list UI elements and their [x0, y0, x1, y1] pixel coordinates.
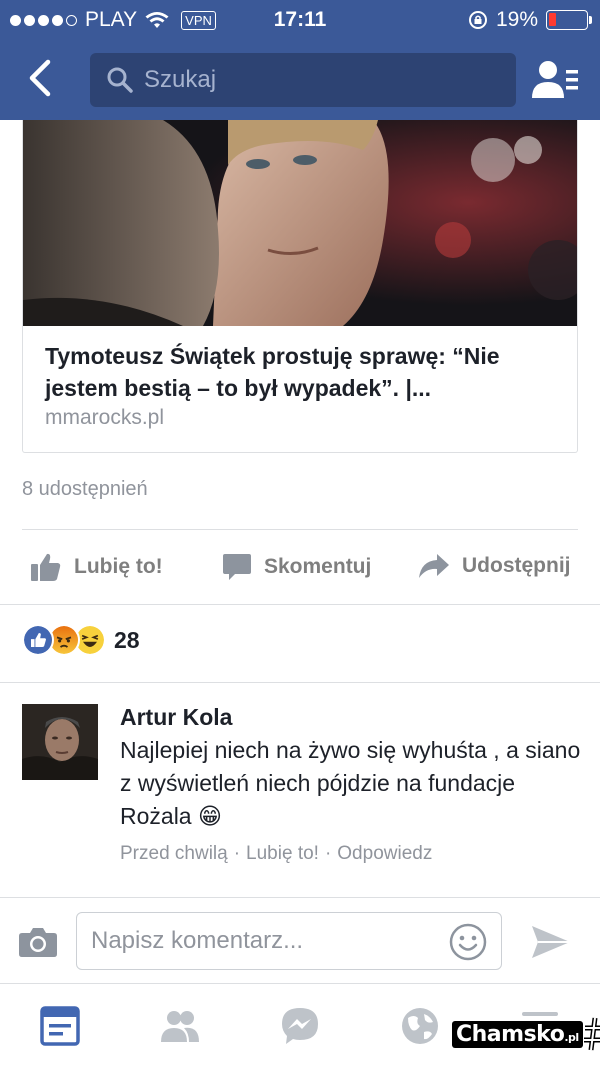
status-right: 19%	[468, 8, 592, 32]
comment-composer: Napisz komentarz...	[0, 897, 600, 983]
battery-percent: 19%	[495, 8, 538, 31]
globe-notifications-icon[interactable]	[400, 1006, 440, 1046]
divider	[0, 682, 600, 683]
reactions-summary[interactable]: 28	[22, 624, 140, 656]
like-label: Lubię to!	[74, 555, 163, 578]
comment-like-link[interactable]: Lubię to!	[246, 843, 319, 864]
link-domain: mmarocks.pl	[45, 406, 165, 429]
comment-input[interactable]: Napisz komentarz...	[76, 912, 502, 970]
share-button[interactable]: Udostępnij	[418, 552, 571, 580]
emoji-icon[interactable]	[449, 923, 487, 961]
reaction-count: 28	[114, 626, 140, 653]
friends-icon[interactable]	[160, 1006, 200, 1046]
comment-reply-link[interactable]: Odpowiedz	[337, 843, 432, 864]
search-bar[interactable]: Szukaj	[90, 53, 516, 107]
post-actions: Lubię to! Skomentuj Udostępnij	[0, 530, 600, 604]
link-preview-text: Tymoteusz Świątek prostuję sprawę: “Nie …	[23, 326, 577, 430]
link-preview-card[interactable]: Tymoteusz Świątek prostuję sprawę: “Nie …	[22, 120, 578, 453]
comment-bubble-icon	[223, 554, 251, 580]
hashtag-logo-icon	[583, 1017, 600, 1051]
back-chevron-icon[interactable]	[22, 58, 62, 98]
link-title[interactable]: Tymoteusz Świątek prostuję sprawę: “Nie …	[45, 340, 557, 404]
comment-button[interactable]: Skomentuj	[222, 552, 371, 582]
comment-meta: Przed chwilą · Lubię to! · Odpowiedz	[120, 843, 590, 865]
send-icon[interactable]	[530, 924, 572, 960]
news-feed-icon[interactable]	[40, 1006, 80, 1046]
thumbs-up-icon	[31, 553, 61, 581]
search-placeholder: Szukaj	[144, 66, 217, 93]
watermark-text: Chamsko.pl	[452, 1020, 583, 1048]
like-reaction-icon	[22, 624, 54, 656]
comment-text: Najlepiej niech na żywo się wyhuśta , a …	[120, 737, 581, 829]
battery-icon	[546, 10, 592, 30]
camera-icon[interactable]	[18, 926, 58, 958]
meta-separator: ·	[324, 843, 332, 864]
friend-requests-icon[interactable]	[530, 58, 580, 100]
like-button[interactable]: Lubię to!	[30, 552, 163, 582]
comment-time: Przed chwilą	[120, 843, 228, 864]
comment-label: Skomentuj	[264, 555, 372, 578]
share-label: Udostępnij	[462, 554, 571, 577]
link-preview-image	[23, 120, 577, 326]
divider	[0, 604, 600, 605]
watermark-logo: Chamsko.pl	[452, 1016, 600, 1052]
avatar[interactable]	[22, 704, 98, 780]
orientation-lock-icon	[468, 11, 487, 29]
comment-author[interactable]: Artur Kola	[120, 704, 590, 730]
top-bar: PLAY VPN 17:11 19% Szukaj	[0, 0, 600, 120]
comment-content: Artur Kola Najlepiej niech na żywo się w…	[120, 704, 590, 865]
messenger-icon[interactable]	[280, 1006, 320, 1046]
meta-separator: ·	[233, 843, 241, 864]
shares-count[interactable]: 8 udostępnień	[22, 478, 148, 501]
share-arrow-icon	[419, 554, 449, 578]
status-bar: PLAY VPN 17:11 19%	[0, 0, 600, 40]
comment-input-placeholder: Napisz komentarz...	[91, 927, 304, 954]
battery-level	[549, 13, 556, 26]
search-icon	[107, 67, 133, 93]
